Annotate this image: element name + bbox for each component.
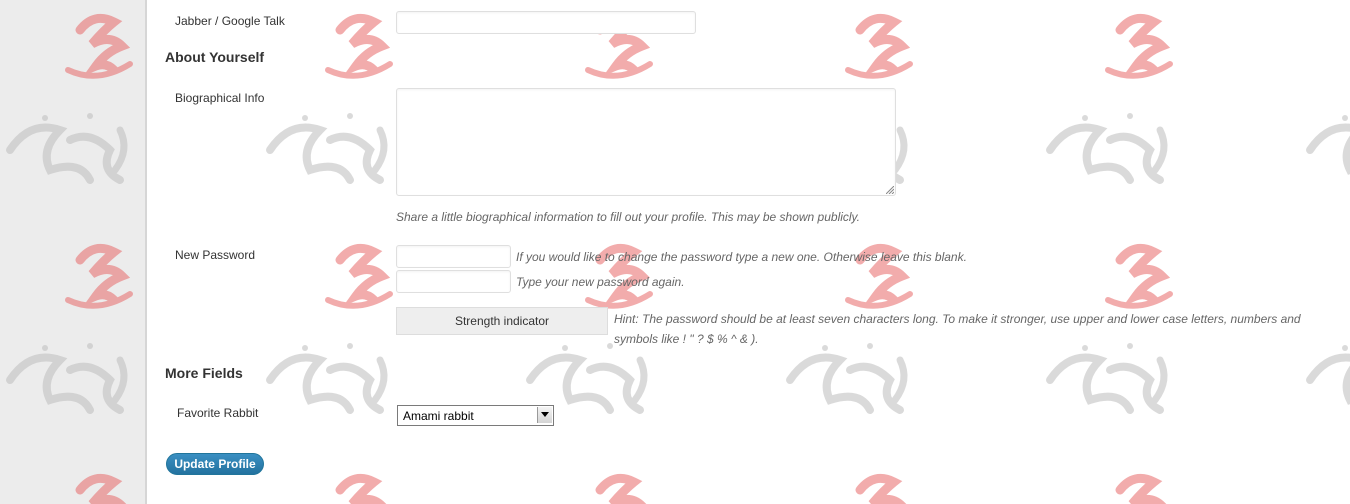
confirm-password-input[interactable] <box>396 270 511 293</box>
confirm-password-hint: Type your new password again. <box>516 275 685 289</box>
new-password-label: New Password <box>175 248 256 262</box>
jabber-label: Jabber / Google Talk <box>175 14 285 28</box>
new-password-input[interactable] <box>396 245 511 268</box>
chevron-down-icon[interactable] <box>537 407 552 423</box>
new-password-hint: If you would like to change the password… <box>516 250 967 264</box>
more-fields-heading: More Fields <box>165 365 243 381</box>
password-strength-hint: Hint: The password should be at least se… <box>614 309 1334 349</box>
jabber-input[interactable] <box>396 11 696 34</box>
password-strength-hint-line2: symbols like ! " ? $ % ^ & ). <box>614 332 759 346</box>
password-strength-indicator: Strength indicator <box>396 307 608 335</box>
bio-description: Share a little biographical information … <box>396 210 861 224</box>
resize-grip-icon[interactable] <box>886 186 894 194</box>
admin-sidebar-edge <box>0 0 147 504</box>
update-profile-button[interactable]: Update Profile <box>166 453 264 475</box>
password-strength-hint-line1: Hint: The password should be at least se… <box>614 312 1301 326</box>
bio-textarea[interactable] <box>396 88 896 196</box>
favorite-rabbit-selected: Amami rabbit <box>403 409 474 423</box>
favorite-rabbit-select[interactable]: Amami rabbit <box>397 405 554 426</box>
about-yourself-heading: About Yourself <box>165 49 265 65</box>
favorite-rabbit-label: Favorite Rabbit <box>177 406 259 420</box>
bio-label: Biographical Info <box>175 91 265 105</box>
